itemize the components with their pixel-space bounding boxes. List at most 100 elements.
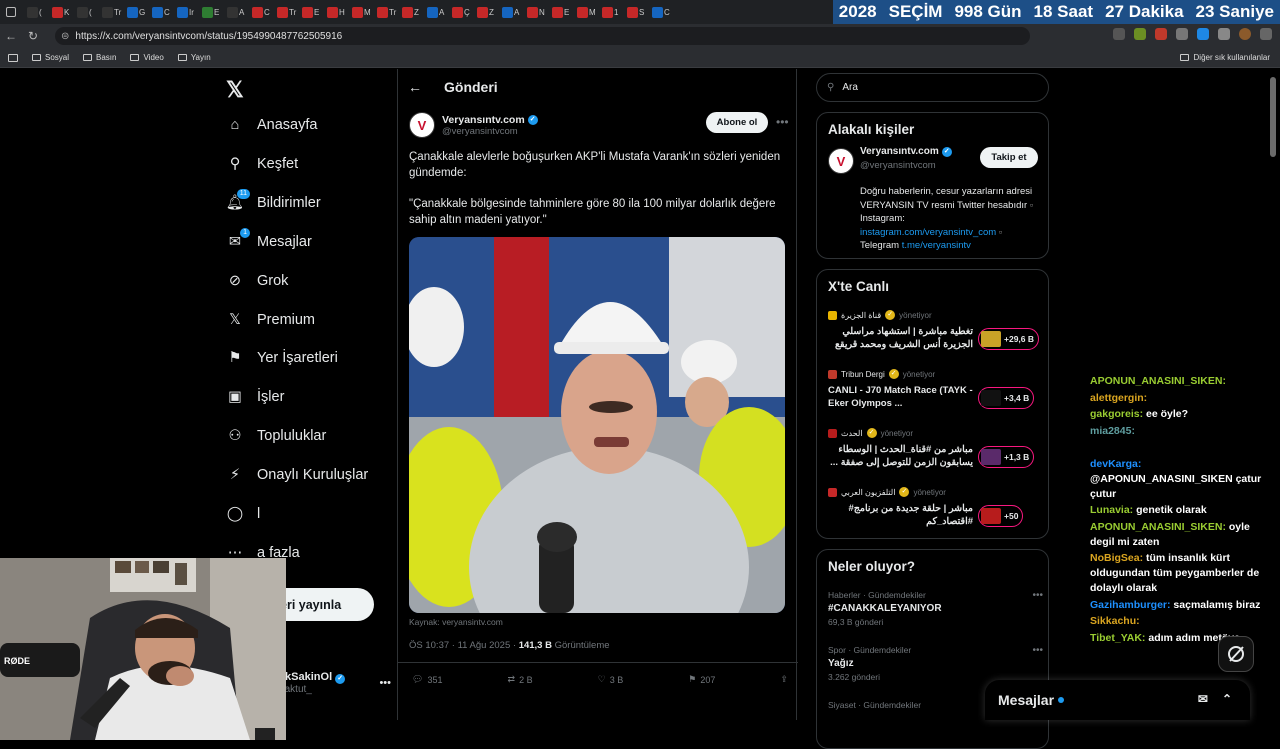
post-author[interactable]: V Veryansıntv.com ✓ @veryansintvcom (409, 112, 538, 138)
nav-item-mail[interactable]: ✉ 1 Mesajlar (226, 227, 312, 251)
nav-item-bell[interactable]: 🔔︎ 11 Bildirimler (226, 188, 321, 212)
reply-button[interactable]: 💬︎ 351 (412, 674, 442, 685)
x-logo-icon[interactable]: 𝕏 (226, 77, 244, 103)
tab-strip[interactable]: (K (Tr G C Ir E A C Tr E H M Tr Z A Ç Z A N E M 1 S C (0, 0, 833, 24)
more-dots-icon[interactable]: ••• (379, 677, 391, 689)
nav-item-person[interactable]: ◯ l (226, 505, 260, 523)
more-dots-icon[interactable]: ••• (1032, 590, 1043, 601)
refresh-icon[interactable]: ↻ (22, 29, 44, 43)
extension-icon[interactable] (1155, 28, 1167, 40)
back-arrow-icon[interactable]: ← (408, 79, 422, 95)
browser-tab[interactable]: H (327, 4, 349, 20)
extension-icon[interactable] (1176, 28, 1188, 40)
bookmark-folder-video[interactable]: Video (130, 53, 164, 62)
browser-tab[interactable]: E (202, 4, 224, 20)
live-broadcast[interactable]: قناة الجزيرة ✓ yönetiyor تغطية مباشرة | است… (828, 310, 1043, 351)
browser-tab[interactable]: N (527, 4, 549, 20)
nav-item-bookmark[interactable]: ⚑ Yer İşaretleri (226, 349, 338, 367)
browser-tab[interactable]: Z (402, 4, 424, 20)
follow-button[interactable]: Takip et (980, 147, 1038, 168)
live-listeners-badge[interactable]: +1,3 B (978, 446, 1035, 468)
browser-tab[interactable]: G (127, 4, 149, 20)
live-broadcast[interactable]: الحدث ✓ yönetiyor مباشر من #قناة_الحدث | ال… (828, 428, 1043, 469)
bookmark-folder-sosyal[interactable]: Sosyal (32, 53, 69, 62)
extension-icon[interactable] (1113, 28, 1125, 40)
profile-avatar[interactable] (1239, 28, 1251, 40)
more-options-icon[interactable]: ••• (776, 115, 789, 129)
browser-tab[interactable]: Tr (102, 4, 124, 20)
related-name[interactable]: Veryansıntv.com ✓ (860, 146, 952, 157)
live-broadcast[interactable]: التلفزيون العربي ✓ yönetiyor مباشر | حلقة ج… (828, 487, 1043, 528)
extension-icon[interactable] (1197, 28, 1209, 40)
search-box[interactable]: ⚲ Ara (816, 73, 1049, 102)
browser-tab[interactable]: Ir (177, 4, 199, 20)
more-dots-icon[interactable]: ••• (1032, 645, 1043, 656)
menu-icon[interactable] (1260, 28, 1272, 40)
scrollbar-thumb[interactable] (1270, 77, 1276, 157)
post-video[interactable] (409, 237, 785, 613)
expand-icon[interactable]: ⌃ (1222, 692, 1232, 706)
browser-tab[interactable]: C (152, 4, 174, 20)
share-button[interactable]: ⇪ (780, 674, 788, 685)
tab-actions-icon[interactable] (6, 7, 16, 17)
browser-tab[interactable]: M (352, 4, 374, 20)
browser-tab[interactable]: C (252, 4, 274, 20)
browser-tab[interactable]: A (502, 4, 524, 20)
nav-item-lightning[interactable]: ⚡︎ Onaylı Kuruluşlar (226, 466, 368, 484)
nav-item-home[interactable]: ⌂ Anasayfa (226, 116, 318, 134)
extension-icon[interactable] (1134, 28, 1146, 40)
browser-tab[interactable]: A (427, 4, 449, 20)
browser-tab[interactable]: E (552, 4, 574, 20)
post-timestamp[interactable]: ÖS 10:37 · 11 Ağu 2025 · (409, 640, 519, 651)
nav-item-x[interactable]: 𝕏 Premium (226, 311, 315, 329)
live-listeners-badge[interactable]: +29,6 B (978, 328, 1040, 350)
bookmarks-menu-icon[interactable] (8, 53, 18, 62)
browser-tab[interactable]: ( (77, 4, 99, 20)
bookmark-folder-yayin[interactable]: Yayın (177, 53, 211, 62)
bookmark-folder-basin[interactable]: Basın (83, 53, 116, 62)
nav-item-people[interactable]: ⚇ Topluluklar (226, 427, 327, 445)
browser-tab[interactable]: Z (477, 4, 499, 20)
instagram-link[interactable]: instagram.com/veryansintv_com (860, 227, 996, 238)
browser-tab[interactable]: E (302, 4, 324, 20)
trend-item[interactable]: Haberler · Gündemdekiler #CANAKKALEYANIYO… (828, 590, 1043, 627)
telegram-link[interactable]: t.me/veryansintv (902, 240, 971, 251)
live-broadcast[interactable]: Tribun Dergi ✓ yönetiyor CANLI - J70 Match … (828, 369, 1043, 410)
other-bookmarks[interactable]: Diğer sık kullanılanlar (1179, 53, 1270, 62)
bookmark-button[interactable]: ⚑ 207 (688, 674, 715, 685)
grok-button[interactable] (1218, 636, 1254, 672)
related-handle[interactable]: @veryansintvcom (860, 160, 936, 171)
browser-tab[interactable]: ( (27, 4, 49, 20)
browser-tab[interactable]: Tr (377, 4, 399, 20)
browser-tab[interactable]: 1 (602, 4, 624, 20)
settings-icon[interactable] (1218, 28, 1230, 40)
back-icon[interactable]: ← (0, 29, 22, 43)
compose-message-icon[interactable]: ✉ (1198, 692, 1208, 706)
scrollbar[interactable] (1267, 69, 1280, 720)
repost-button[interactable]: ⇄ 2 B (508, 674, 533, 685)
site-info-icon[interactable]: ⊜ (61, 31, 69, 42)
author-avatar[interactable]: V (409, 112, 435, 138)
browser-tab[interactable]: A (227, 4, 249, 20)
browser-tab[interactable]: Tr (277, 4, 299, 20)
live-listeners-badge[interactable]: +50 (978, 505, 1024, 527)
live-listeners-badge[interactable]: +3,4 B (978, 387, 1035, 409)
nav-item-grok[interactable]: ⊘ Grok (226, 272, 289, 290)
nav-item-briefcase[interactable]: ▣ İşler (226, 388, 284, 406)
subscribe-button[interactable]: Abone ol (706, 112, 768, 133)
author-handle[interactable]: @veryansintvcom (442, 126, 538, 137)
browser-tab[interactable]: M (577, 4, 599, 20)
trend-item[interactable]: Spor · Gündemdekiler Yağız 3.262 gönderi ••… (828, 645, 1043, 682)
author-name[interactable]: Veryansıntv.com ✓ (442, 114, 538, 126)
browser-tab[interactable]: S (627, 4, 649, 20)
browser-tab[interactable]: C (652, 4, 674, 20)
browser-tab[interactable]: K (52, 4, 74, 20)
nav-item-search[interactable]: ⚲ Keşfet (226, 155, 298, 173)
avatar[interactable]: V (828, 148, 854, 174)
browser-tab[interactable]: Ç (452, 4, 474, 20)
related-person[interactable]: V Veryansıntv.com ✓ @veryansintvcom Takip… (817, 146, 1048, 251)
search-input[interactable]: Ara (842, 82, 858, 93)
url-field[interactable]: ⊜ https://x.com/veryansintvcom/status/19… (55, 27, 1030, 45)
like-button[interactable]: ♡ 3 B (598, 674, 624, 685)
messages-drawer[interactable]: Mesajlar ✉ ⌃ (985, 680, 1250, 720)
